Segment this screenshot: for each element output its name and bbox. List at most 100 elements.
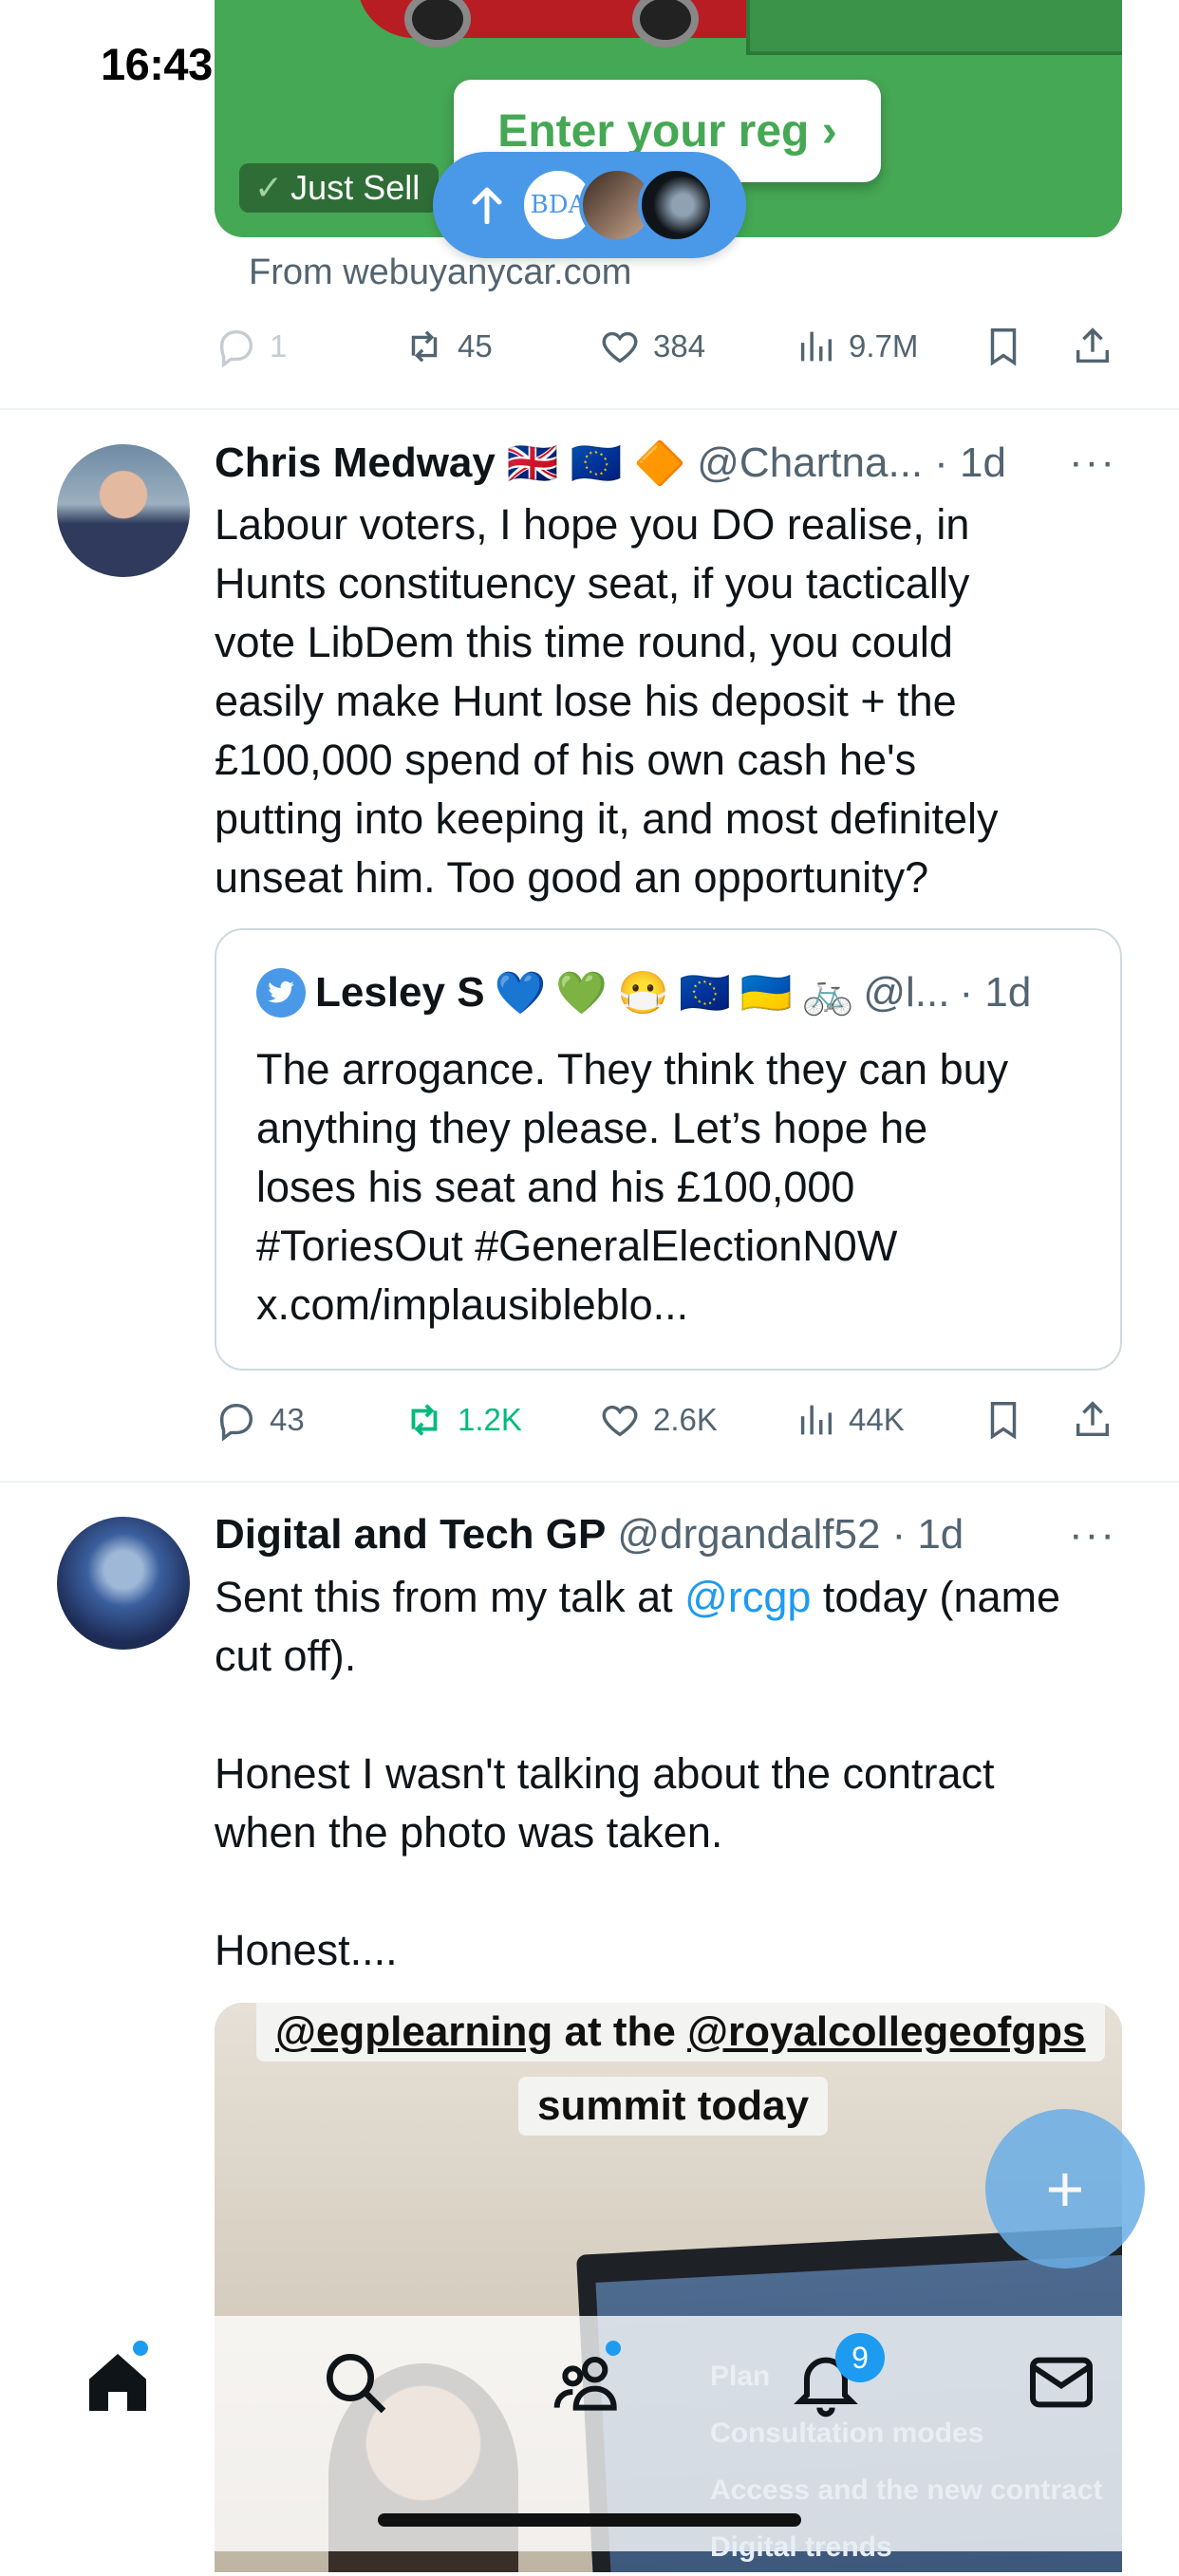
ad-action-bar: 1 45 384 9.7M	[215, 318, 1122, 375]
avatar[interactable]	[57, 444, 190, 577]
messages-icon	[1030, 2357, 1093, 2408]
communities-unread-dot	[606, 2341, 621, 2356]
post-header: Digital and Tech GP @drgandalf52 · 1d	[215, 1511, 964, 1559]
more-options-icon[interactable]: ···	[1069, 1511, 1116, 1559]
flag-emoji: 🇬🇧	[506, 440, 559, 487]
bookmark-button[interactable]	[982, 325, 1025, 368]
post-header: Chris Medway 🇬🇧 🇪🇺 🔶 @Chartna... · 1d	[215, 439, 1006, 488]
status-time: 16:43	[101, 39, 213, 89]
share-icon	[1076, 327, 1110, 364]
repost-count: 45	[458, 328, 493, 364]
heart-icon	[602, 331, 638, 364]
ad-car-wheel	[404, 0, 471, 47]
bookmark-icon	[990, 1402, 1017, 1440]
caption-mention: @royalcollegeofgps	[687, 2008, 1086, 2055]
divider	[0, 1481, 1179, 1483]
like-button[interactable]: 384	[598, 325, 705, 368]
emoji: 💚	[555, 970, 608, 1017]
quote-author-handle: @l...	[863, 969, 950, 1016]
reply-icon	[219, 329, 253, 368]
views-button[interactable]: 44K	[794, 1398, 905, 1442]
repost-icon	[411, 330, 438, 363]
image-caption: summit today	[518, 2077, 829, 2136]
ad-badge: ✓ Just Sell	[239, 163, 439, 213]
repost-button[interactable]: 1.2K	[402, 1398, 522, 1442]
reply-count: 43	[270, 1402, 305, 1437]
author-handle[interactable]: @drgandalf52	[617, 1511, 880, 1559]
analytics-icon	[800, 1405, 833, 1435]
post-time: · 1d	[891, 1511, 964, 1558]
divider	[0, 408, 1179, 410]
ad-building-image	[746, 0, 1122, 55]
like-button[interactable]: 2.6K	[598, 1398, 718, 1442]
share-button[interactable]	[1071, 325, 1114, 368]
ad-badge-label: Just Sell	[290, 168, 421, 207]
home-indicator[interactable]	[378, 2513, 801, 2527]
screen-line: Access and the new contract	[710, 2474, 1103, 2506]
repost-icon	[411, 1404, 438, 1436]
new-posts-pill[interactable]: BDA	[433, 152, 746, 258]
post-text[interactable]: Labour voters, I hope you DO realise, in…	[215, 495, 1107, 907]
view-count: 44K	[849, 1402, 905, 1437]
home-unread-dot	[133, 2341, 148, 2356]
post-text[interactable]: Sent this from my talk at @rcgp today (n…	[215, 1568, 1107, 1980]
views-button[interactable]: 9.7M	[794, 325, 918, 368]
post-action-bar: 43 1.2K 2.6K 44K	[215, 1391, 1122, 1448]
notification-badge: 9	[835, 2333, 885, 2382]
ad-source-link[interactable]: From webuyanycar.com	[249, 252, 631, 293]
arrow-up-icon	[472, 187, 502, 224]
author-name[interactable]: Chris Medway	[215, 439, 496, 487]
avatar	[256, 968, 306, 1017]
reply-icon	[219, 1403, 253, 1442]
quoted-post[interactable]: Lesley S 💙 💚 😷 🇪🇺 🇺🇦 🚲 @l... · 1d The ar…	[215, 928, 1122, 1371]
screen-line: Digital trends	[710, 2531, 892, 2563]
quote-text: The arrogance. They think they can buy a…	[256, 1045, 1009, 1329]
emoji: 🚲	[801, 970, 854, 1017]
view-count: 9.7M	[849, 328, 919, 364]
image-caption: @egplearning at the @royalcollegeofgps	[256, 2003, 1105, 2062]
reply-button[interactable]: 43	[215, 1398, 305, 1442]
tab-messages[interactable]	[1023, 2344, 1099, 2420]
like-count: 2.6K	[653, 1402, 718, 1437]
bird-icon	[268, 980, 294, 1003]
flag-emoji: 🇪🇺	[570, 440, 623, 487]
search-icon	[327, 2354, 386, 2414]
emoji: 🇪🇺	[678, 970, 731, 1017]
emoji: 💙	[494, 970, 547, 1017]
like-count: 384	[653, 328, 706, 364]
ad-car-wheel	[632, 0, 699, 47]
avatar[interactable]	[57, 1517, 190, 1650]
bookmark-button[interactable]	[982, 1398, 1025, 1442]
quote-time: · 1d	[959, 969, 1032, 1016]
post-text-part: Sent this from my talk at	[215, 1573, 685, 1621]
tab-home[interactable]	[80, 2344, 156, 2420]
author-name[interactable]: Digital and Tech GP	[215, 1511, 606, 1559]
heart-icon	[602, 1405, 638, 1437]
bookmark-icon	[990, 328, 1017, 366]
check-icon: ✓	[254, 168, 284, 207]
emoji: 🇺🇦	[739, 970, 793, 1017]
reply-count: 1	[270, 328, 288, 364]
reply-button[interactable]: 1	[215, 325, 287, 368]
post-text-part: today (name cut off). Honest I wasn't ta…	[215, 1573, 1061, 1974]
tab-communities[interactable]	[551, 2344, 627, 2420]
plus-icon: +	[1045, 2152, 1085, 2226]
quote-header: Lesley S 💙 💚 😷 🇪🇺 🇺🇦 🚲 @l... · 1d	[256, 968, 1031, 1017]
compose-button[interactable]: +	[985, 2109, 1145, 2268]
emoji: 😷	[617, 970, 669, 1017]
caption-mention: @egplearning	[275, 2008, 553, 2055]
analytics-icon	[800, 331, 833, 362]
communities-icon	[553, 2357, 617, 2411]
tab-search[interactable]	[317, 2344, 393, 2420]
mention-link[interactable]: @rcgp	[684, 1573, 811, 1621]
more-options-icon[interactable]: ···	[1069, 439, 1116, 486]
home-icon	[89, 2354, 146, 2411]
share-button[interactable]	[1071, 1398, 1114, 1442]
quote-author-name: Lesley S	[315, 969, 485, 1016]
share-icon	[1076, 1401, 1110, 1437]
caption-text: at the	[552, 2008, 688, 2055]
pill-avatar	[638, 167, 714, 243]
author-handle[interactable]: @Chartna...	[697, 439, 923, 487]
flag-emoji: 🔶	[633, 440, 686, 487]
repost-button[interactable]: 45	[402, 325, 493, 368]
